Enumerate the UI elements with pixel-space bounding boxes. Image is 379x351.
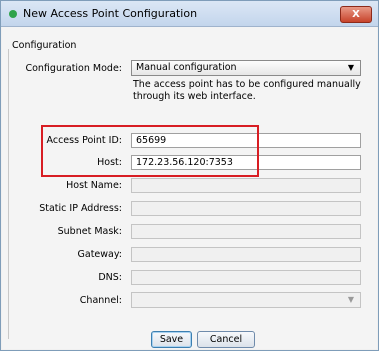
close-button[interactable]: X — [340, 6, 372, 23]
gateway-label: Gateway: — [77, 249, 122, 260]
dns-label: DNS: — [98, 272, 122, 283]
host-name-label: Host Name: — [66, 180, 122, 191]
cancel-button[interactable]: Cancel — [197, 331, 255, 348]
configuration-mode-select[interactable]: Manual configuration ▼ — [131, 60, 361, 76]
annotation-highlight-box — [41, 125, 259, 177]
dns-field[interactable] — [131, 270, 361, 285]
chevron-down-icon: ▼ — [347, 63, 354, 72]
app-status-icon — [9, 10, 17, 18]
host-name-field[interactable] — [131, 178, 361, 193]
subnet-mask-label: Subnet Mask: — [57, 226, 122, 237]
static-ip-field[interactable] — [131, 201, 361, 216]
group-label: Configuration — [12, 40, 77, 51]
gateway-field[interactable] — [131, 247, 361, 262]
static-ip-label: Static IP Address: — [39, 203, 122, 214]
window-title: New Access Point Configuration — [23, 7, 198, 20]
mode-description: The access point has to be configured ma… — [133, 79, 361, 102]
dialog-window: New Access Point Configuration X Configu… — [0, 0, 379, 351]
configuration-mode-value: Manual configuration — [136, 62, 237, 73]
title-bar[interactable]: New Access Point Configuration X — [1, 1, 378, 27]
subnet-mask-field[interactable] — [131, 224, 361, 239]
mode-label: Configuration Mode: — [25, 63, 122, 74]
channel-select[interactable]: ▼ — [131, 292, 361, 308]
channel-label: Channel: — [79, 295, 122, 306]
close-icon: X — [352, 9, 360, 20]
group-border — [8, 49, 9, 339]
chevron-down-icon: ▼ — [347, 295, 354, 304]
dialog-body: Configuration Configuration Mode: Manual… — [2, 27, 377, 349]
save-button[interactable]: Save — [151, 331, 192, 348]
